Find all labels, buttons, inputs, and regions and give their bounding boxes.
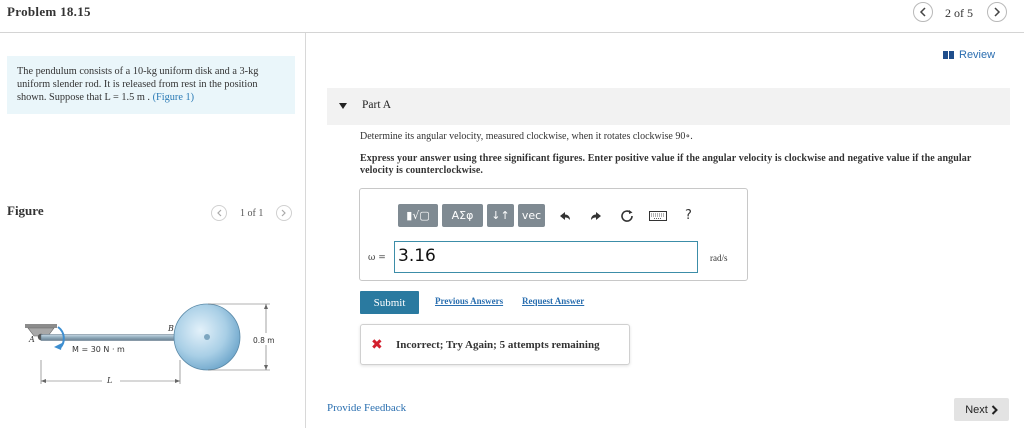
next-button[interactable]: Next (954, 398, 1009, 421)
point-a-label: A (28, 335, 35, 344)
redo-icon (590, 211, 601, 220)
feedback-message: Incorrect; Try Again; 5 attempts remaini… (396, 339, 600, 351)
redo-button[interactable] (580, 204, 611, 227)
problem-title: Problem 18.15 (7, 4, 91, 19)
review-book-icon (943, 51, 954, 59)
keyboard-icon (648, 210, 667, 221)
previous-answers-link[interactable]: Previous Answers (435, 296, 503, 306)
figure-link[interactable]: (Figure 1) (153, 92, 194, 103)
next-label: Next (965, 403, 988, 416)
collapse-triangle-icon (339, 103, 347, 109)
top-bar: Problem 18.15 2 of 5 (0, 0, 1024, 33)
part-title: Part A (362, 99, 392, 111)
templates-button[interactable]: ▮√▢ (398, 204, 438, 227)
undo-icon (559, 211, 570, 220)
figure-pager: 1 of 1 (240, 208, 264, 219)
part-a-header[interactable]: Part A (327, 88, 1010, 125)
answer-entry-box: ▮√▢ ΑΣφ ↓↑ vec ? ω = 3.16 rad/s (359, 188, 748, 281)
answer-instructions: Express your answer using three signific… (360, 153, 972, 176)
answer-variable: ω = (368, 253, 386, 263)
help-button[interactable]: ? (673, 204, 704, 227)
chevron-right-icon (991, 404, 998, 415)
undo-button[interactable] (549, 204, 580, 227)
problem-text: The pendulum consists of a 10-kg uniform… (17, 66, 259, 103)
chevron-left-icon (919, 7, 926, 17)
review-link[interactable]: Review (943, 49, 995, 61)
figure-heading: Figure (7, 203, 44, 218)
diameter-label: 0.8 m (253, 336, 275, 345)
question-text: Determine its angular velocity, measured… (360, 131, 693, 142)
submit-button[interactable]: Submit (360, 291, 419, 314)
point-b-label: B (167, 324, 174, 333)
answer-input[interactable]: 3.16 (394, 241, 698, 273)
problem-pager: 2 of 5 (945, 6, 973, 20)
incorrect-x-icon: ✖ (371, 337, 383, 353)
moment-arrowhead-icon (54, 343, 62, 350)
panel-divider (305, 33, 306, 428)
length-label: L (106, 376, 112, 385)
figure-next-button[interactable] (276, 205, 292, 221)
chevron-right-icon (994, 7, 1001, 17)
keyboard-button[interactable] (642, 204, 673, 227)
reset-button[interactable] (611, 204, 642, 227)
request-answer-link[interactable]: Request Answer (522, 296, 584, 306)
disk-center (204, 334, 210, 340)
subscript-superscript-button[interactable]: ↓↑ (487, 204, 514, 227)
moment-label: M = 30 N · m (72, 345, 125, 354)
vector-button[interactable]: vec (518, 204, 545, 227)
chevron-left-icon (217, 209, 222, 217)
pendulum-figure: A B M = 30 N · m L 0.8 m (25, 303, 275, 385)
problem-statement: The pendulum consists of a 10-kg uniform… (7, 56, 295, 114)
math-toolbar: ▮√▢ ΑΣφ ↓↑ vec ? (398, 204, 704, 227)
answer-unit: rad/s (710, 253, 728, 263)
reset-icon (620, 209, 633, 222)
figure-previous-button[interactable] (211, 205, 227, 221)
greek-symbols-button[interactable]: ΑΣφ (442, 204, 483, 227)
feedback-message-box: ✖ Incorrect; Try Again; 5 attempts remai… (360, 324, 630, 365)
provide-feedback-link[interactable]: Provide Feedback (327, 402, 406, 414)
previous-problem-button[interactable] (913, 2, 933, 22)
next-problem-button[interactable] (987, 2, 1007, 22)
chevron-right-icon (281, 209, 286, 217)
review-label: Review (959, 49, 996, 61)
